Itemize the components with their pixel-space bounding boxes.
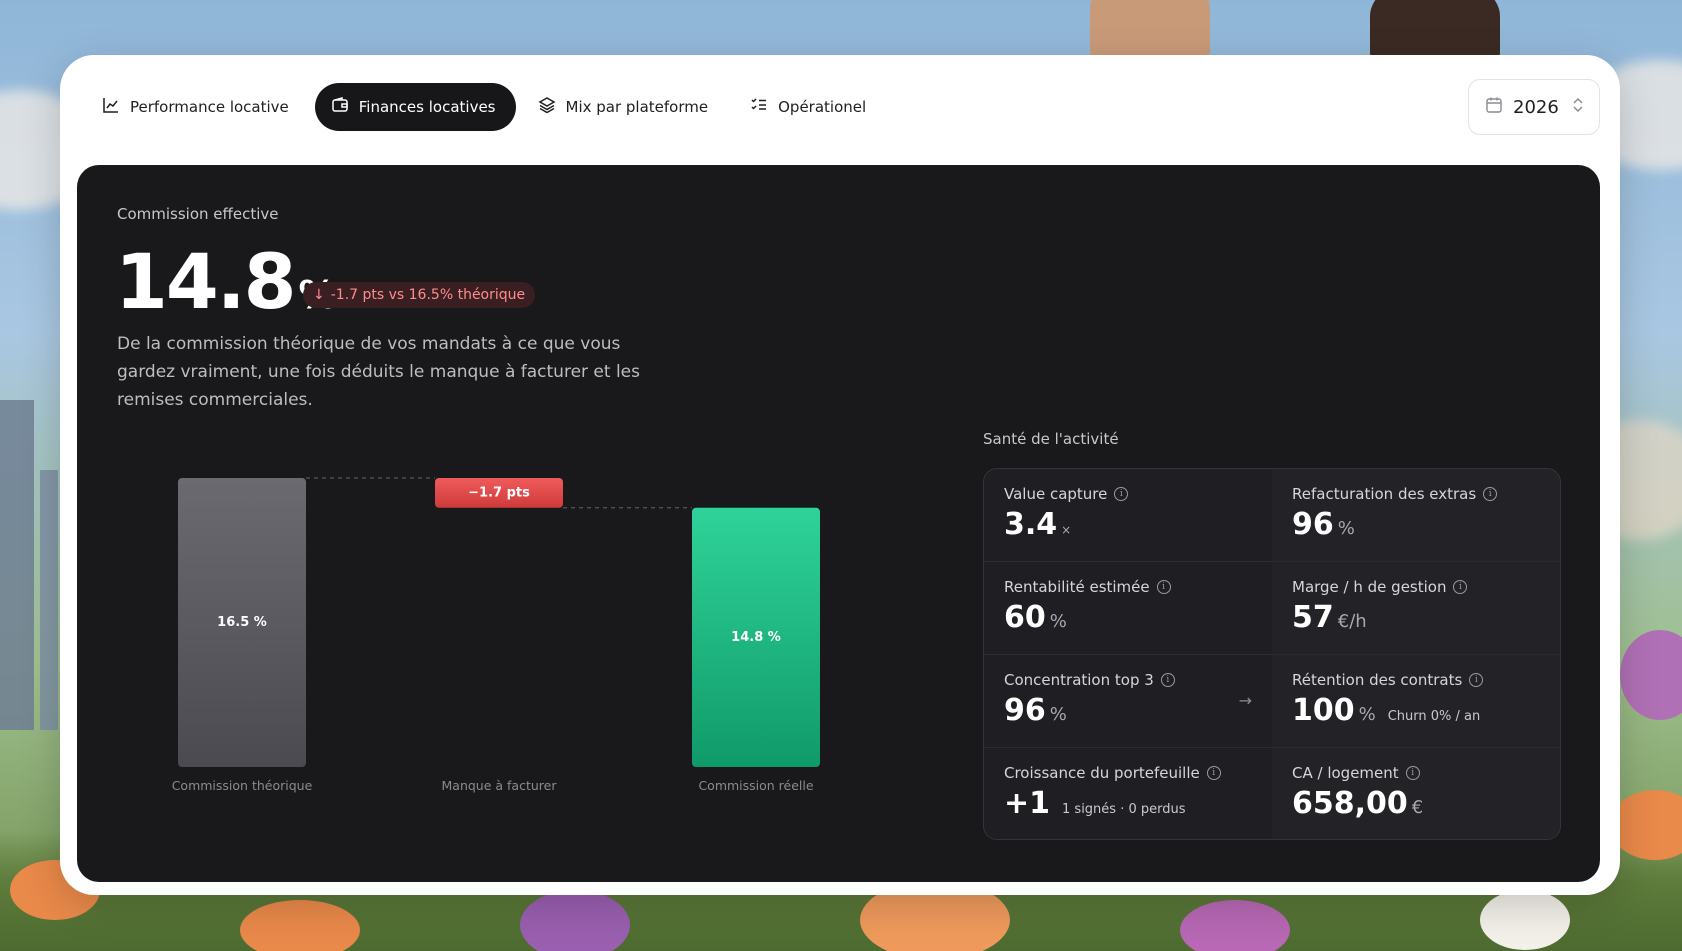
tab-label: Finances locatives: [358, 98, 496, 116]
tab-label: Mix par plateforme: [565, 98, 709, 116]
metric-value: 57: [1292, 600, 1334, 635]
metric-unit: %: [1358, 704, 1376, 725]
metric-unit: ×: [1061, 523, 1072, 537]
year-value: 2026: [1513, 96, 1559, 118]
metric-unit: €: [1411, 797, 1424, 818]
category-label: Manque à facturer: [442, 778, 558, 793]
data-label: 16.5 %: [217, 615, 267, 630]
metric-unit: %: [1049, 704, 1067, 725]
metric-ca-par-logement[interactable]: CA / logement i 658,00 €: [1272, 748, 1560, 839]
wallet-icon: [331, 96, 349, 118]
metric-label: Concentration top 3: [1004, 671, 1154, 689]
metric-value-capture[interactable]: Value capture i 3.4 ×: [984, 469, 1272, 562]
waterfall-chart: 16.5 % −1.7 pts 14.8 % Commission théorique…: [77, 165, 977, 882]
metric-value: 3.4: [1004, 507, 1058, 542]
metric-croissance-portefeuille[interactable]: Croissance du portefeuille i +1 1 signés ·…: [984, 748, 1272, 839]
metric-label: Marge / h de gestion: [1292, 578, 1447, 596]
info-icon[interactable]: i: [1156, 580, 1171, 594]
year-selector[interactable]: 2026: [1468, 79, 1600, 135]
metric-value: 96: [1004, 693, 1046, 728]
metric-label: Croissance du portefeuille: [1004, 764, 1200, 782]
waterfall-chart-svg: 16.5 % −1.7 pts 14.8 % Commission théorique…: [172, 477, 820, 793]
metric-value: +1: [1004, 786, 1051, 821]
health-grid: Value capture i 3.4 × Refacturation des ex…: [983, 468, 1561, 840]
tab-bar: Performance locative Finances locatives …: [86, 83, 886, 131]
arrow-right-icon[interactable]: →: [1239, 691, 1252, 710]
tab-finances-locatives[interactable]: Finances locatives: [314, 83, 516, 131]
info-icon[interactable]: i: [1453, 580, 1468, 594]
info-icon[interactable]: i: [1405, 766, 1420, 780]
checklist-icon: [750, 96, 768, 118]
calendar-icon: [1485, 96, 1503, 119]
metric-refacturation-extras[interactable]: Refacturation des extras i 96%: [1272, 469, 1560, 562]
info-icon[interactable]: i: [1483, 487, 1498, 501]
data-label: 14.8 %: [731, 630, 781, 645]
metric-value: 100: [1292, 693, 1355, 728]
metric-unit: %: [1337, 518, 1355, 539]
metric-value: 96: [1292, 507, 1334, 542]
chevron-up-down-icon: [1569, 96, 1587, 119]
tab-performance-locative[interactable]: Performance locative: [86, 83, 309, 131]
metric-label: Refacturation des extras: [1292, 485, 1477, 503]
dashboard-card: Performance locative Finances locatives …: [60, 55, 1620, 895]
info-icon[interactable]: i: [1114, 487, 1129, 501]
chart-line-icon: [102, 96, 120, 118]
metric-marge-par-heure[interactable]: Marge / h de gestion i 57 €/h: [1272, 562, 1560, 655]
info-icon[interactable]: i: [1206, 766, 1221, 780]
metric-label: Value capture: [1004, 485, 1108, 503]
info-icon[interactable]: i: [1160, 673, 1175, 687]
tab-mix-par-plateforme[interactable]: Mix par plateforme: [522, 83, 729, 131]
tab-label: Opérationel: [778, 98, 867, 116]
metric-label: CA / logement: [1292, 764, 1399, 782]
category-label: Commission réelle: [698, 778, 813, 793]
layers-icon: [537, 96, 556, 118]
metric-rentabilite-estimee[interactable]: Rentabilité estimée i 60%: [984, 562, 1272, 655]
metric-value: 658,00: [1292, 786, 1408, 821]
info-icon[interactable]: i: [1469, 673, 1484, 687]
finance-panel: Commission effective 14.8% ↓ -1.7 pts vs…: [77, 165, 1600, 882]
metric-retention-contrats[interactable]: Rétention des contrats i 100% Churn 0% / a…: [1272, 655, 1560, 748]
tab-operationel[interactable]: Opérationel: [734, 83, 886, 131]
metric-unit: %: [1049, 611, 1067, 632]
health-title: Santé de l'activité: [983, 430, 1119, 448]
data-label: −1.7 pts: [468, 485, 530, 500]
metric-label: Rétention des contrats: [1292, 671, 1463, 689]
metric-label: Rentabilité estimée: [1004, 578, 1150, 596]
metric-value: 60: [1004, 600, 1046, 635]
metric-concentration-top3[interactable]: Concentration top 3 i 96% →: [984, 655, 1272, 748]
tab-label: Performance locative: [130, 98, 289, 116]
metric-unit: €/h: [1337, 611, 1367, 632]
metric-sub: Churn 0% / an: [1387, 709, 1481, 724]
metric-sub: 1 signés · 0 perdus: [1062, 802, 1186, 817]
category-label: Commission théorique: [172, 778, 313, 793]
